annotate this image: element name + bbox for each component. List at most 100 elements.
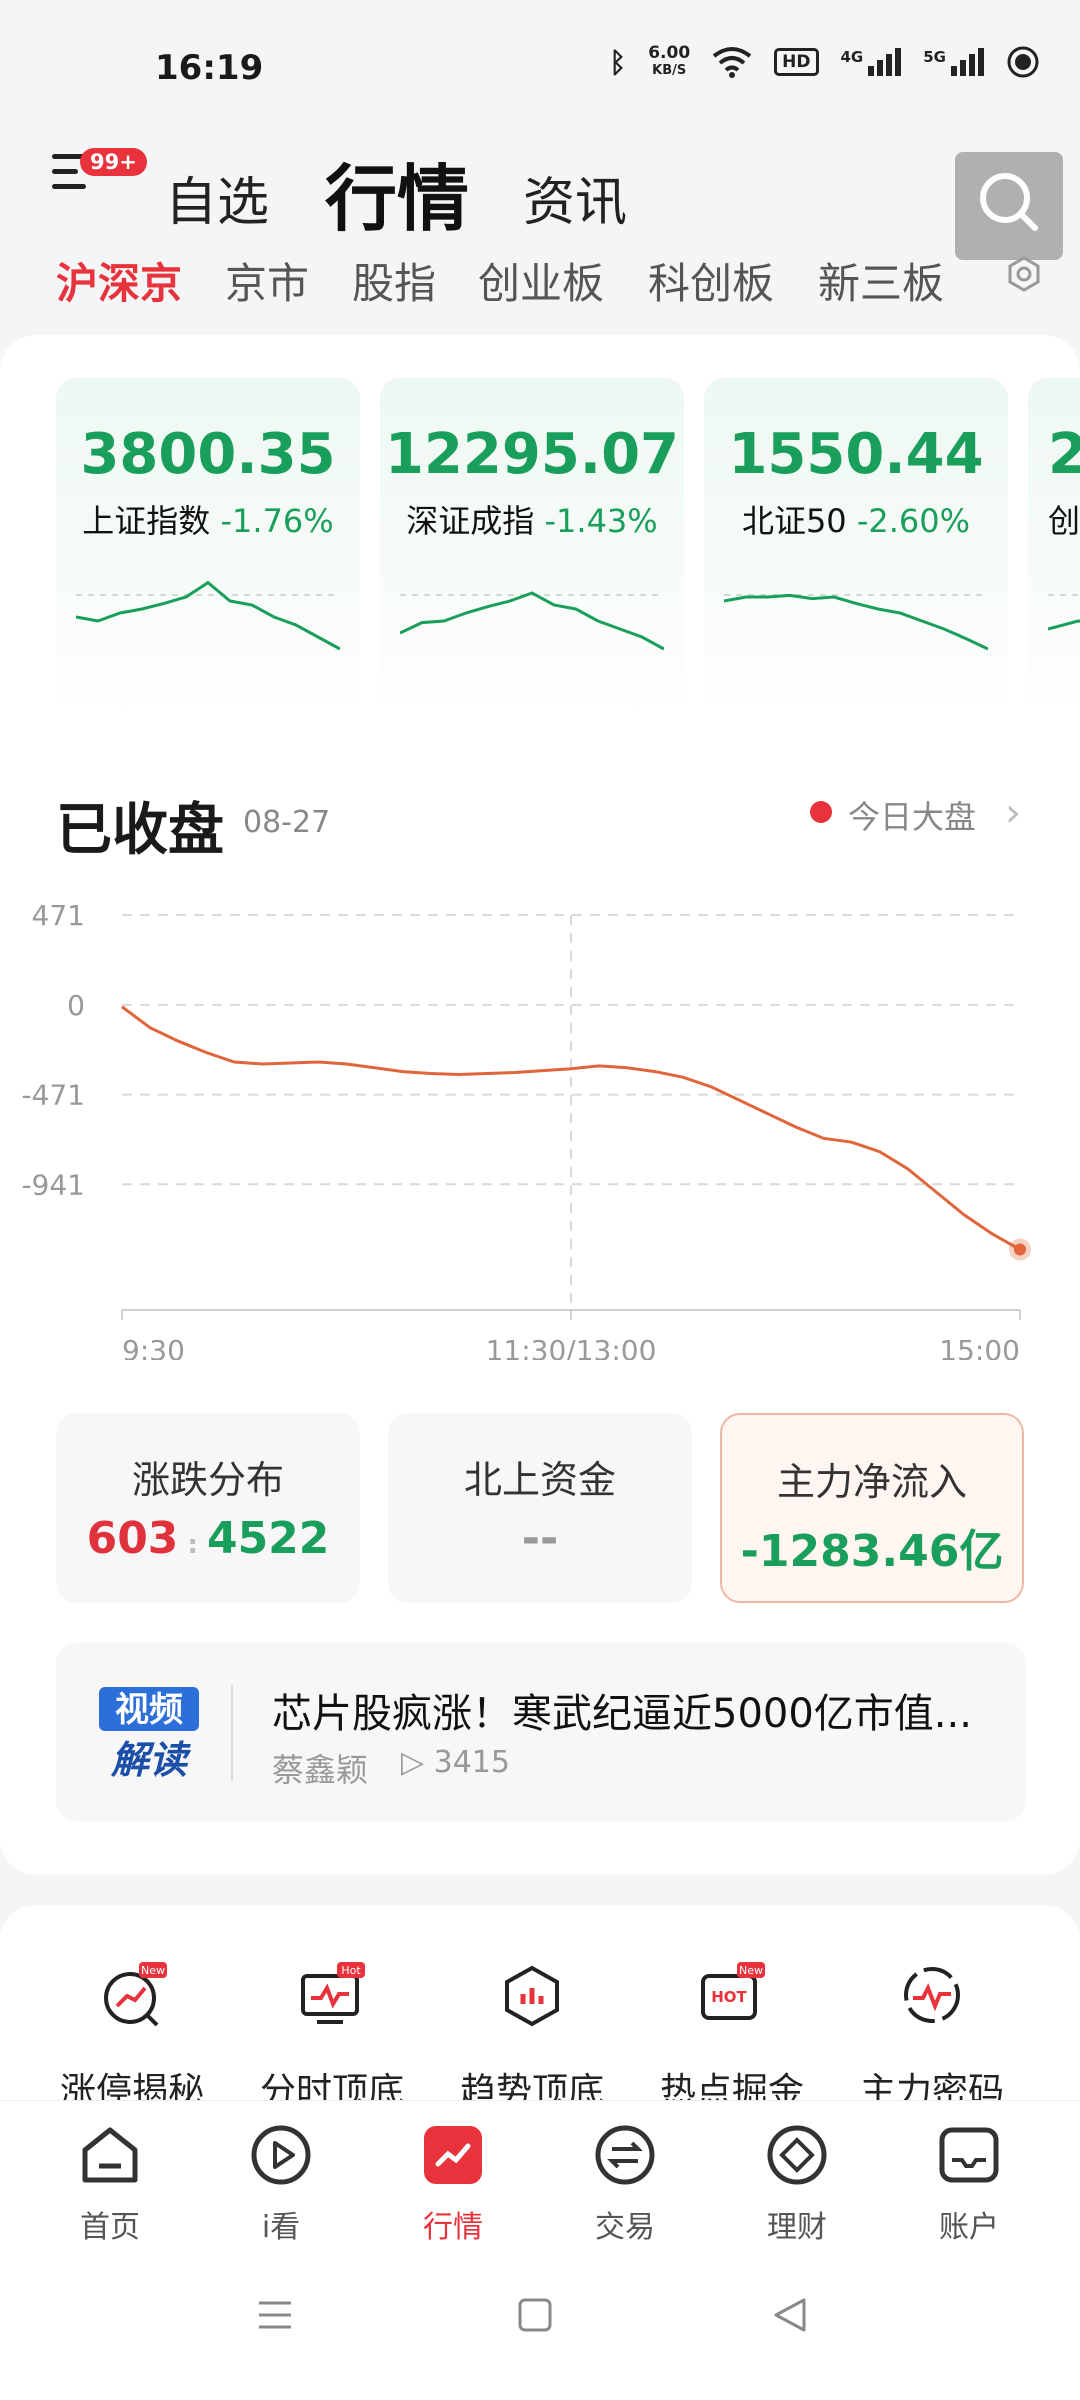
index-value: 2 xyxy=(1048,422,1080,487)
market-status-title: 已收盘 xyxy=(56,798,224,863)
video-interpretation-card[interactable]: 视频 解读 芯片股疯涨！寒武纪逼近5000亿市值... 蔡鑫颖 ▷ 3415 xyxy=(56,1643,1026,1821)
radar-icon xyxy=(904,1967,960,2023)
notification-badge: 99+ xyxy=(80,148,147,176)
recent-apps-icon[interactable] xyxy=(255,2295,295,2335)
svg-text:解读: 解读 xyxy=(110,1738,192,1781)
back-icon[interactable] xyxy=(770,2295,810,2335)
today-market-link[interactable]: 今日大盘 xyxy=(848,792,976,838)
nav-label: 理财 xyxy=(767,2210,827,2245)
svg-text:Hot: Hot xyxy=(341,1964,361,1977)
video-logo: 视频 解读 xyxy=(99,1687,199,1781)
stat-northbound-funds[interactable]: 北上资金 -- xyxy=(388,1413,692,1603)
chevron-right-icon[interactable]: › xyxy=(1005,790,1021,836)
home-icon xyxy=(82,2127,138,2183)
subtab-hushenjing[interactable]: 沪深京 xyxy=(56,250,182,311)
index-card-beizheng[interactable]: 1550.44 北证50 -2.60% xyxy=(704,378,1008,718)
x-tick-label: 15:00 xyxy=(939,1334,1020,1360)
home-system-icon[interactable] xyxy=(515,2295,555,2335)
y-tick-label: -471 xyxy=(21,1079,85,1112)
nav-label: i看 xyxy=(261,2210,301,2245)
index-name: 深证成指 -1.43% xyxy=(406,502,658,540)
spark-line xyxy=(76,580,340,651)
tab-news[interactable]: 资讯 xyxy=(523,160,627,235)
signal-5g-icon: 5G xyxy=(923,48,984,76)
index-sparkline xyxy=(76,580,340,651)
stat-value: 603 : 4522 xyxy=(86,1513,330,1564)
subtab-guzhi[interactable]: 股指 xyxy=(352,250,436,311)
wifi-icon xyxy=(712,47,752,78)
y-tick-label: 0 xyxy=(67,989,85,1022)
market-icon xyxy=(424,2126,482,2184)
tool-hotspot[interactable]: HOT New 热点掘金 xyxy=(642,1960,822,2112)
nav-label: 账户 xyxy=(939,2210,999,2245)
index-card-shanghai[interactable]: 3800.35 上证指数 -1.76% xyxy=(56,378,360,718)
market-date: 08-27 xyxy=(243,805,331,840)
search-icon xyxy=(980,173,1038,231)
nav-home[interactable]: 首页 xyxy=(40,2122,180,2245)
video-author: 蔡鑫颖 xyxy=(272,1751,369,1789)
stat-title: 主力净流入 xyxy=(776,1460,967,1504)
stat-main-net-inflow[interactable]: 主力净流入 -1283.46亿 xyxy=(720,1413,1024,1603)
hd-icon: HD xyxy=(774,48,819,76)
svg-text:New: New xyxy=(141,1964,165,1977)
subtab-xinsanban[interactable]: 新三板 xyxy=(818,250,944,311)
stat-title: 北上资金 xyxy=(463,1458,616,1502)
index-name: 创 xyxy=(1048,502,1080,540)
monitor-icon: Hot xyxy=(301,1962,365,2024)
spark-line xyxy=(724,593,988,651)
tab-market[interactable]: 行情 xyxy=(325,140,469,245)
spark-line xyxy=(400,591,664,651)
svg-text:视频: 视频 xyxy=(115,1690,183,1730)
status-time: 16:19 xyxy=(155,48,264,88)
x-tick-label: 11:30/13:00 xyxy=(486,1334,657,1360)
stat-value: -1283.46亿 xyxy=(740,1526,1004,1577)
index-value: 3800.35 xyxy=(80,422,336,487)
index-name: 北证50 -2.60% xyxy=(741,502,971,540)
nav-label: 交易 xyxy=(595,2210,655,2245)
tool-trend-topbottom[interactable]: 趋势顶底 xyxy=(442,1960,622,2112)
record-icon xyxy=(1007,46,1039,78)
intraday-chart[interactable]: 471 0 -471 -941 9:30 11:30/13:00 15:00 xyxy=(0,880,1080,1360)
svg-text:New: New xyxy=(739,1964,763,1977)
nav-trade[interactable]: 交易 xyxy=(555,2122,695,2245)
status-icons: ᛒ 6.00 KB/S HD 4G 5G xyxy=(609,44,1040,80)
svg-text:HOT: HOT xyxy=(711,1988,747,2006)
tool-limitup[interactable]: New 涨停揭秘 xyxy=(42,1960,222,2112)
index-value: 12295.07 xyxy=(384,422,680,487)
search-button[interactable] xyxy=(955,152,1063,260)
index-sparkline xyxy=(724,593,988,651)
index-sparkline xyxy=(400,591,664,651)
tab-watchlist[interactable]: 自选 xyxy=(165,160,269,235)
nav-watch[interactable]: i看 xyxy=(211,2122,351,2245)
play-icon xyxy=(251,2125,311,2185)
tool-main-force[interactable]: 主力密码 xyxy=(842,1960,1022,2112)
limitup-icon: New xyxy=(104,1962,167,2027)
nav-account[interactable]: 账户 xyxy=(899,2122,1039,2245)
signal-4g-icon: 4G xyxy=(841,48,902,76)
trend-icon xyxy=(505,1965,559,2027)
nav-label: 首页 xyxy=(80,2210,140,2245)
index-card-shenzhen[interactable]: 12295.07 深证成指 -1.43% xyxy=(380,378,684,718)
index-value: 1550.44 xyxy=(728,422,984,487)
stat-updown-distribution[interactable]: 涨跌分布 603 : 4522 xyxy=(56,1413,360,1603)
last-point xyxy=(1014,1243,1026,1256)
y-tick-label: 471 xyxy=(32,899,85,932)
trade-icon xyxy=(595,2125,655,2185)
settings-icon[interactable] xyxy=(1005,255,1043,293)
subtab-jingshi[interactable]: 京市 xyxy=(225,250,309,311)
subtab-chuangyeban[interactable]: 创业板 xyxy=(478,250,604,311)
index-card-chuangye[interactable]: 2 创 xyxy=(1028,378,1080,718)
video-title: 芯片股疯涨！寒武纪逼近5000亿市值... xyxy=(272,1691,972,1737)
net-speed: 6.00 KB/S xyxy=(648,43,691,78)
index-sparkline xyxy=(1048,594,1080,631)
index-name: 上证指数 -1.76% xyxy=(82,502,334,540)
subtab-kechuangban[interactable]: 科创板 xyxy=(648,250,774,311)
nav-wealth[interactable]: 理财 xyxy=(727,2122,867,2245)
tool-intraday-topbottom[interactable]: Hot 分时顶底 xyxy=(242,1960,422,2112)
nav-market[interactable]: 行情 xyxy=(383,2122,523,2245)
wealth-icon xyxy=(767,2125,827,2185)
bluetooth-icon: ᛒ xyxy=(609,45,627,79)
system-nav-bar xyxy=(0,2250,1080,2400)
live-dot-icon xyxy=(810,801,832,823)
divider xyxy=(231,1685,233,1781)
